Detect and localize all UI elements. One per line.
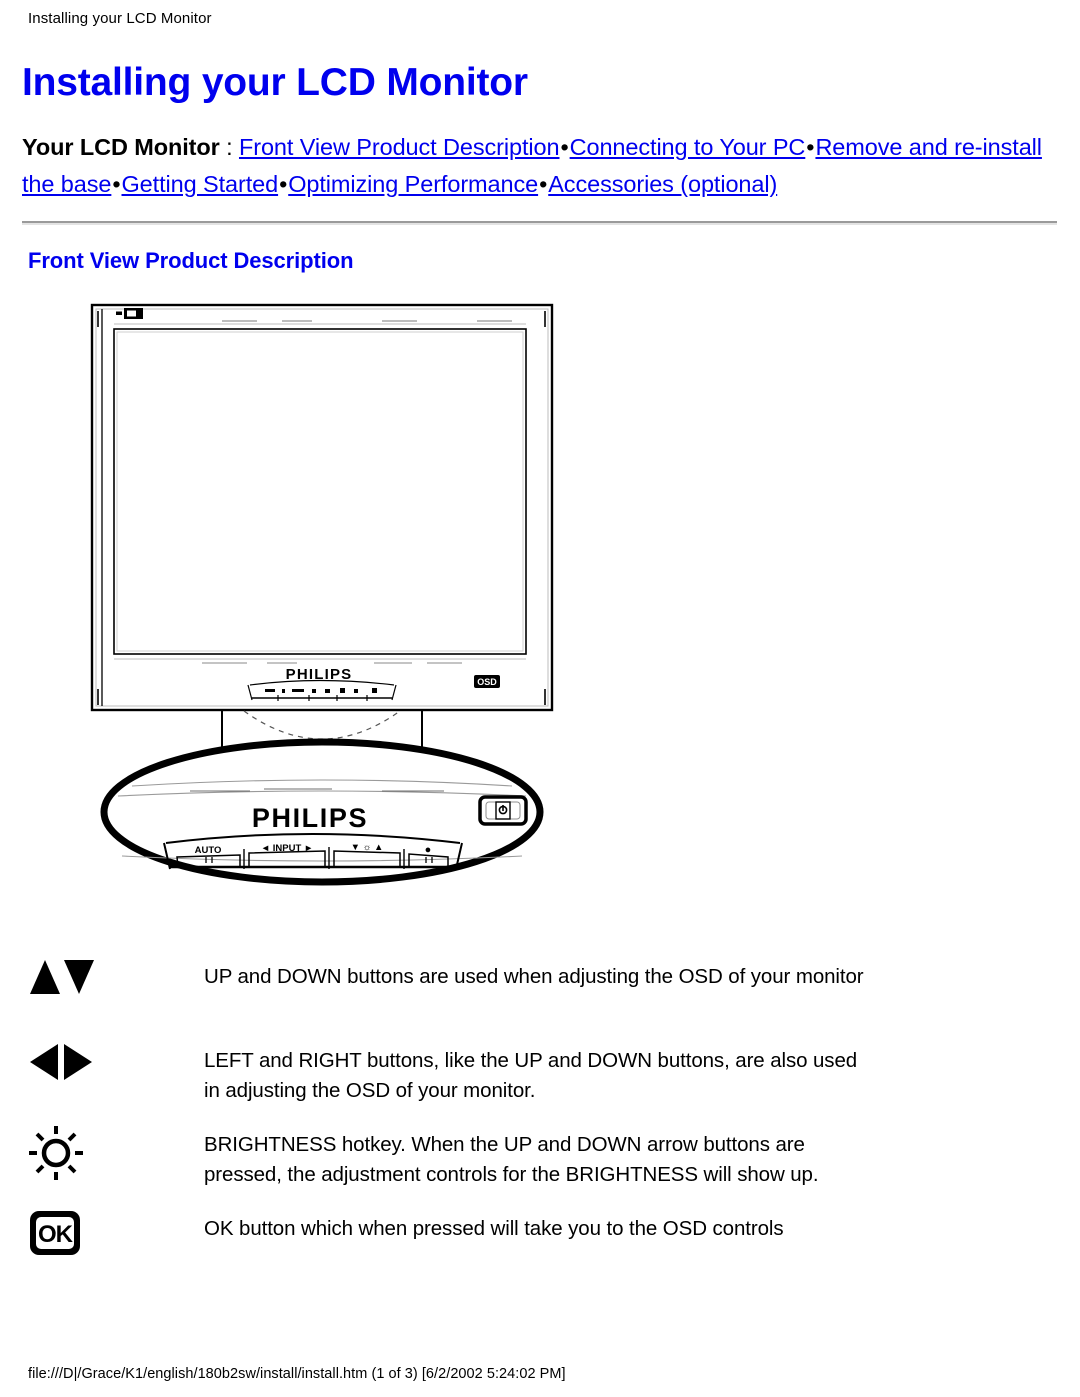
stand-hinge-dashed — [243, 710, 401, 740]
svg-text:OK: OK — [38, 1221, 74, 1248]
legend-line-1: UP and DOWN buttons are used when adjust… — [204, 965, 864, 988]
base-button-label-auto: AUTO — [195, 845, 222, 856]
nav-link-optimizing-performance[interactable]: Optimizing Performance — [288, 171, 538, 197]
legend-line-2: pressed, the adjustment controls for the… — [204, 1163, 819, 1186]
legend-row-ok: OK OK button which when pressed will tak… — [22, 1200, 1058, 1284]
button-legend-list: UP and DOWN buttons are used when adjust… — [22, 948, 1058, 1284]
base-power-button[interactable] — [478, 795, 528, 826]
nav-separator: • — [112, 171, 121, 197]
page-title: Installing your LCD Monitor — [22, 61, 528, 104]
base-brand-wordmark: PHILIPS — [252, 803, 368, 833]
base-button-label-ok: ● — [425, 844, 432, 856]
monitor-illustration: PHILIPS OSD PHILIPS AUTO ◄ INPUT ► ▼ ☼ ▲… — [22, 297, 1058, 917]
base-button-label-input: ◄ INPUT ► — [261, 843, 314, 854]
section-heading: Front View Product Description — [28, 248, 354, 273]
legend-row-up-down: UP and DOWN buttons are used when adjust… — [22, 948, 1058, 1032]
nav-separator: • — [279, 171, 288, 197]
legend-line-1: BRIGHTNESS hotkey. When the UP and DOWN … — [204, 1133, 805, 1156]
brightness-icon — [29, 1126, 83, 1180]
legend-row-brightness: BRIGHTNESS hotkey. When the UP and DOWN … — [22, 1116, 1058, 1200]
nav-separator: • — [560, 134, 569, 160]
nav-link-front-view-product-description[interactable]: Front View Product Description — [239, 134, 560, 160]
nav-label: Your LCD Monitor — [22, 134, 220, 160]
monitor-screen-inner — [116, 331, 524, 652]
breadcrumb-nav: Your LCD Monitor : Front View Product De… — [22, 129, 1058, 203]
nav-link-accessories-optional[interactable]: Accessories (optional) — [548, 171, 777, 197]
legend-row-left-right: LEFT and RIGHT buttons, like the UP and … — [22, 1032, 1058, 1116]
legend-line-1: OK button which when pressed will take y… — [204, 1217, 784, 1240]
page-running-footer: file:///D|/Grace/K1/english/180b2sw/inst… — [28, 1366, 566, 1382]
bezel-osd-badge: OSD — [474, 675, 500, 688]
legend-text-cell: LEFT and RIGHT buttons, like the UP and … — [204, 1032, 1058, 1106]
nav-colon: : — [219, 134, 239, 160]
nav-link-connecting-to-your-pc[interactable]: Connecting to Your PC — [570, 134, 806, 160]
page-running-header: Installing your LCD Monitor — [28, 10, 212, 27]
legend-line-2: in adjusting the OSD of your monitor. — [204, 1079, 536, 1102]
nav-separator: • — [539, 171, 548, 197]
legend-text-cell: BRIGHTNESS hotkey. When the UP and DOWN … — [204, 1116, 1058, 1190]
document-content: Installing your LCD Monitor Your LCD Mon… — [22, 60, 1058, 917]
nav-separator: • — [806, 134, 815, 160]
legend-icon-cell — [22, 1032, 204, 1084]
bezel-osd-badge-text: OSD — [477, 677, 497, 687]
monitor-front-view-svg: PHILIPS OSD PHILIPS AUTO ◄ INPUT ► ▼ ☼ ▲… — [90, 303, 554, 886]
nav-link-getting-started[interactable]: Getting Started — [122, 171, 279, 197]
legend-line-1: LEFT and RIGHT buttons, like the UP and … — [204, 1049, 858, 1072]
legend-icon-cell — [22, 1116, 204, 1182]
horizontal-rule — [22, 221, 1057, 225]
legend-text-cell: UP and DOWN buttons are used when adjust… — [204, 948, 1058, 992]
legend-icon-cell: OK — [22, 1200, 204, 1258]
base-button-label-brightness: ▼ ☼ ▲ — [351, 842, 384, 853]
left-right-arrows-icon — [30, 1044, 92, 1080]
ok-button-icon: OK — [30, 1211, 80, 1255]
legend-icon-cell — [22, 948, 204, 998]
legend-text-cell: OK button which when pressed will take y… — [204, 1200, 1058, 1244]
up-down-arrows-icon — [30, 960, 94, 994]
